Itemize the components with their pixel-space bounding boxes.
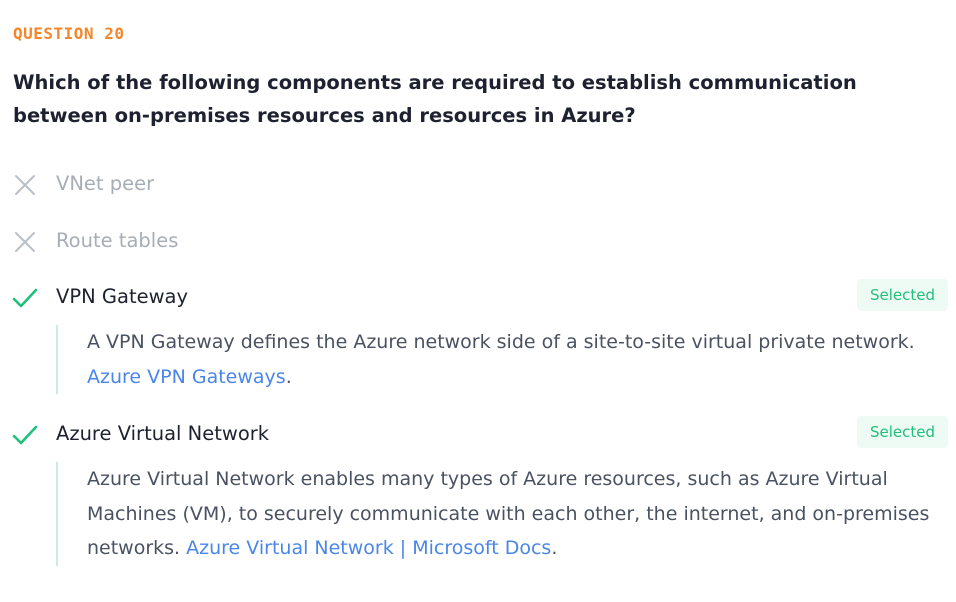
explanation-text: A VPN Gateway defines the Azure network … (87, 331, 915, 353)
question-text: Which of the following components are re… (13, 71, 857, 127)
option-label: VPN Gateway (56, 285, 189, 308)
answer-option-vnet-peer: VNet peer (0, 166, 956, 202)
explanation-vpn-gateway: A VPN Gateway defines the Azure network … (56, 325, 936, 394)
explanation-azure-virtual-network: Azure Virtual Network enables many types… (56, 462, 936, 566)
link-azure-virtual-network-docs[interactable]: Azure Virtual Network | Microsoft Docs (186, 537, 551, 559)
question-number: QUESTION 20 (13, 24, 125, 43)
check-icon (12, 288, 38, 308)
answer-option-route-tables: Route tables (0, 223, 956, 259)
selected-badge: Selected (856, 279, 948, 311)
selected-badge: Selected (856, 416, 948, 448)
option-label: Route tables (56, 229, 179, 252)
check-icon (12, 425, 38, 445)
x-icon (15, 175, 35, 195)
x-icon (15, 232, 35, 252)
explanation-suffix: . (285, 365, 292, 388)
link-azure-vpn-gateways[interactable]: Azure VPN Gateways (87, 366, 286, 388)
explanation-suffix: . (551, 537, 558, 559)
answer-option-azure-virtual-network: Azure Virtual Network Selected (0, 416, 956, 452)
option-label: Azure Virtual Network (56, 422, 270, 445)
option-label: VNet peer (56, 172, 155, 195)
answer-option-vpn-gateway: VPN Gateway Selected (0, 279, 956, 315)
